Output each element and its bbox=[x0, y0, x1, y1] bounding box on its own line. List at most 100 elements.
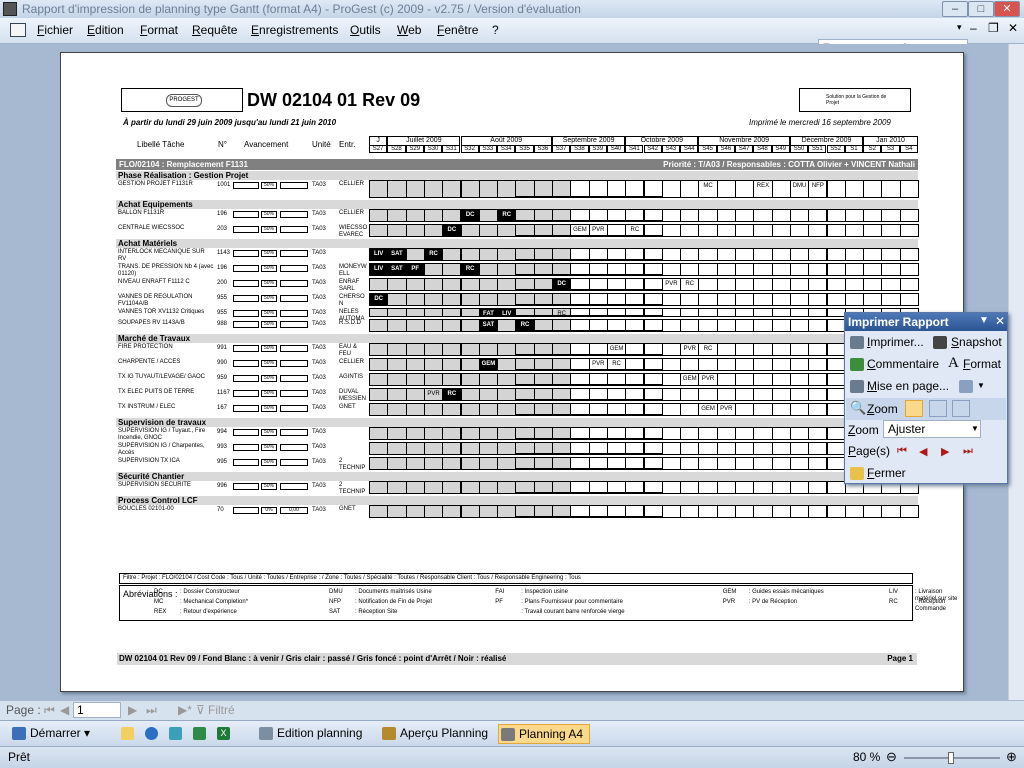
multi-page-view-icon[interactable] bbox=[952, 400, 970, 417]
progress-box-c bbox=[280, 390, 308, 397]
start-button[interactable]: Démarrer ▾ bbox=[10, 724, 96, 744]
menu-fenetre[interactable]: Fenêtre bbox=[437, 23, 478, 37]
filter-label[interactable]: Filtré bbox=[208, 703, 235, 717]
doc-minimize-icon[interactable]: – bbox=[970, 21, 977, 35]
snapshot-button[interactable]: Snapshot bbox=[951, 335, 1002, 349]
gantt-cell bbox=[863, 248, 883, 261]
ask-dropdown-icon[interactable]: ▾ bbox=[957, 22, 962, 33]
doc-close-icon[interactable]: ✕ bbox=[1008, 21, 1018, 35]
gantt-cell bbox=[680, 505, 700, 518]
menu-help[interactable]: ? bbox=[492, 23, 499, 37]
browser-icon[interactable] bbox=[145, 727, 158, 740]
gantt-cell bbox=[661, 248, 682, 261]
gantt-cell bbox=[497, 343, 517, 356]
gantt-cell bbox=[753, 457, 773, 470]
gantt-cell bbox=[478, 388, 499, 401]
pager-prev-icon[interactable]: ◀ bbox=[60, 703, 69, 717]
print-button[interactable]: Imprimer... bbox=[867, 335, 924, 349]
task-number: 990 bbox=[217, 360, 228, 366]
vertical-scrollbar[interactable] bbox=[1008, 44, 1024, 700]
gantt-cell bbox=[698, 457, 718, 470]
gantt-cell bbox=[423, 442, 444, 455]
gantt-cell bbox=[735, 481, 755, 494]
gantt-cell bbox=[826, 308, 846, 317]
menu-fichier[interactable]: Fichier bbox=[37, 23, 73, 37]
taskbar-edition-planning[interactable]: Edition planning bbox=[257, 724, 371, 744]
menu-web[interactable]: Web bbox=[397, 23, 421, 37]
task-label: SUPERVISION TX ICA bbox=[118, 458, 180, 464]
panel-dropdown-icon[interactable]: ▼ bbox=[979, 315, 989, 326]
gantt-cell bbox=[698, 388, 718, 401]
menu-requete[interactable]: Requête bbox=[192, 23, 237, 37]
gantt-cell bbox=[716, 442, 736, 455]
search-icon[interactable] bbox=[121, 727, 134, 740]
single-page-view-icon[interactable] bbox=[905, 400, 923, 417]
maximize-button[interactable]: □ bbox=[968, 1, 994, 17]
comment-button[interactable]: Commentaire bbox=[867, 357, 939, 371]
close-panel-button[interactable]: Fermer bbox=[867, 466, 906, 480]
layout-icon[interactable] bbox=[959, 380, 973, 393]
first-page-icon[interactable]: ⏮ bbox=[897, 445, 907, 458]
gantt-marker: MC bbox=[703, 183, 713, 189]
taskbar-planning-a4[interactable]: Planning A4 bbox=[498, 724, 590, 744]
pager-new-icon[interactable]: ▶* bbox=[178, 703, 192, 717]
gantt-cell bbox=[442, 505, 462, 518]
task-unit: TA03 bbox=[312, 280, 326, 286]
status-text: Prêt bbox=[8, 750, 31, 764]
excel-icon[interactable]: X bbox=[217, 727, 230, 740]
taskbar-apercu-planning[interactable]: Aperçu Planning bbox=[380, 724, 490, 744]
pager-last-icon[interactable]: ⏭ bbox=[146, 703, 157, 718]
menu-enregistrements[interactable]: Enregistrements bbox=[251, 23, 338, 37]
document-icon[interactable] bbox=[10, 23, 26, 37]
close-window-button[interactable]: ✕ bbox=[994, 1, 1020, 17]
two-page-view-icon[interactable] bbox=[929, 400, 947, 417]
prev-page-icon[interactable]: ◀ bbox=[919, 445, 927, 458]
month-label: Juillet 2009 bbox=[387, 136, 461, 145]
calculator-icon[interactable] bbox=[193, 727, 206, 740]
zoom-label: Zoom : bbox=[848, 423, 886, 437]
zoom-in-icon[interactable]: ⊕ bbox=[1006, 749, 1017, 765]
minimize-button[interactable]: – bbox=[942, 1, 968, 17]
progress-pct: 0% bbox=[261, 507, 277, 514]
format-button[interactable]: Format bbox=[963, 357, 1001, 371]
task-entr: 2 TECHNIP bbox=[339, 458, 366, 471]
week-label: S34 bbox=[497, 145, 516, 153]
week-label: S44 bbox=[680, 145, 699, 153]
gantt-cell bbox=[808, 427, 828, 440]
progress-pct: 50% bbox=[261, 182, 277, 189]
zoom-button[interactable]: Zoom bbox=[867, 402, 898, 416]
right-logo-text: Solution pour la Gestion de Projet bbox=[826, 94, 887, 106]
menu-outils[interactable]: Outils bbox=[350, 23, 381, 37]
menu-edition[interactable]: Edition bbox=[87, 23, 124, 37]
layout-dropdown-icon[interactable]: ▼ bbox=[977, 381, 985, 390]
pager-input[interactable]: 1 bbox=[73, 702, 121, 718]
last-page-icon[interactable]: ⏭ bbox=[963, 445, 973, 458]
next-page-icon[interactable]: ▶ bbox=[941, 445, 949, 458]
zoom-out-icon[interactable]: ⊖ bbox=[886, 749, 897, 765]
week-label: S48 bbox=[753, 145, 772, 153]
progress-box-a bbox=[233, 429, 259, 436]
gantt-cell bbox=[497, 457, 517, 470]
pager-first-icon[interactable]: ⏮ bbox=[44, 703, 55, 718]
panel-close-icon[interactable]: ✕ bbox=[995, 314, 1005, 328]
zoom-slider-thumb[interactable] bbox=[948, 752, 954, 764]
page-setup-button[interactable]: Mise en page... bbox=[867, 379, 949, 393]
zoom-select-arrow-icon[interactable]: ▼ bbox=[971, 424, 979, 433]
gantt-cell bbox=[423, 505, 444, 518]
zoom-select[interactable]: Ajuster bbox=[883, 420, 981, 438]
week-label: S3 bbox=[881, 145, 900, 153]
gantt-cell bbox=[387, 319, 407, 332]
abbrev-code: MC bbox=[154, 599, 164, 605]
abbrev-desc: : Réception Commande bbox=[915, 599, 947, 612]
gantt-cell bbox=[497, 427, 517, 440]
help-icon[interactable] bbox=[169, 727, 182, 740]
doc-restore-icon[interactable]: ❐ bbox=[988, 21, 999, 35]
pager-next-icon[interactable]: ▶ bbox=[128, 703, 137, 717]
abbrev-code: SAT bbox=[329, 609, 341, 615]
gantt-cell bbox=[808, 209, 828, 222]
task-label: SUPERVISION IG / Charpentes, Accès bbox=[118, 443, 205, 456]
page-setup-icon bbox=[850, 380, 864, 393]
task-number: 993 bbox=[217, 444, 228, 450]
menu-format[interactable]: Format bbox=[140, 23, 178, 37]
task-number: 996 bbox=[217, 483, 228, 489]
